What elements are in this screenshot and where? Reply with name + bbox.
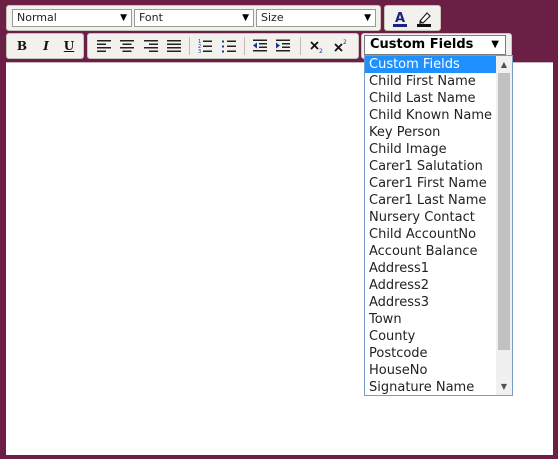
italic-button[interactable]: I bbox=[36, 36, 56, 56]
justify-button[interactable] bbox=[164, 36, 184, 56]
scrollbar-thumb[interactable] bbox=[498, 73, 510, 350]
toolbar-separator bbox=[300, 37, 301, 55]
text-color-icon: A bbox=[393, 11, 407, 27]
dropdown-option[interactable]: Carer1 First Name bbox=[365, 175, 496, 192]
dropdown-option[interactable]: Child First Name bbox=[365, 73, 496, 90]
subscript-button[interactable]: 2 bbox=[307, 36, 327, 56]
size-select[interactable]: Size ▼ bbox=[256, 9, 376, 27]
toolbar-separator bbox=[244, 37, 245, 55]
svg-text:3: 3 bbox=[198, 49, 201, 54]
indent-icon bbox=[276, 39, 290, 52]
dropdown-option[interactable]: Key Person bbox=[365, 124, 496, 141]
outdent-icon bbox=[253, 39, 267, 52]
size-value: Size bbox=[261, 11, 284, 24]
underline-button[interactable]: U bbox=[59, 36, 79, 56]
custom-fields-value: Custom Fields bbox=[370, 37, 474, 52]
custom-fields-dropdown[interactable]: Custom Fields Child First Name Child Last … bbox=[364, 55, 513, 396]
custom-fields-select[interactable]: Custom Fields ▼ bbox=[364, 35, 506, 55]
dropdown-option[interactable]: Address1 bbox=[365, 260, 496, 277]
dropdown-option[interactable]: Child Known Name bbox=[365, 107, 496, 124]
dropdown-option[interactable]: Child Last Name bbox=[365, 90, 496, 107]
text-color-button[interactable]: A bbox=[390, 8, 410, 28]
decrease-indent-button[interactable] bbox=[250, 36, 270, 56]
scroll-down-arrow-icon[interactable]: ▼ bbox=[496, 378, 512, 395]
numbered-list-button[interactable]: 1 2 3 bbox=[195, 36, 215, 56]
dropdown-option[interactable]: Carer1 Last Name bbox=[365, 192, 496, 209]
chevron-down-icon: ▼ bbox=[120, 13, 127, 23]
superscript-button[interactable]: 2 bbox=[331, 36, 351, 56]
italic-icon: I bbox=[43, 39, 49, 53]
bold-button[interactable]: B bbox=[12, 36, 32, 56]
superscript-icon: 2 bbox=[334, 39, 347, 52]
paragraph-format-value: Normal bbox=[17, 11, 57, 24]
dropdown-option[interactable]: Child Image bbox=[365, 141, 496, 158]
bulleted-list-icon bbox=[222, 40, 236, 53]
align-center-button[interactable] bbox=[117, 36, 137, 56]
dropdown-option[interactable]: Address3 bbox=[365, 294, 496, 311]
align-right-button[interactable] bbox=[141, 36, 161, 56]
svg-text:2: 2 bbox=[319, 48, 323, 54]
align-left-button[interactable] bbox=[94, 36, 114, 56]
highlight-color-button[interactable] bbox=[414, 8, 434, 28]
dropdown-option[interactable]: Address2 bbox=[365, 277, 496, 294]
dropdown-option[interactable]: Custom Fields bbox=[365, 56, 496, 73]
dropdown-option[interactable]: Child AccountNo bbox=[365, 226, 496, 243]
toolbar-separator bbox=[189, 37, 190, 55]
dropdown-option[interactable]: HouseNo bbox=[365, 362, 496, 379]
dropdown-scrollbar[interactable]: ▲ ▼ bbox=[496, 56, 512, 395]
font-value: Font bbox=[139, 11, 163, 24]
svg-text:2: 2 bbox=[343, 39, 347, 46]
highlighter-icon bbox=[417, 12, 431, 27]
dropdown-option[interactable]: Nursery Contact bbox=[365, 209, 496, 226]
font-select[interactable]: Font ▼ bbox=[134, 9, 254, 27]
align-right-icon bbox=[144, 40, 158, 52]
dropdown-option[interactable]: Postcode bbox=[365, 345, 496, 362]
bold-icon: B bbox=[16, 39, 28, 53]
dropdown-option[interactable]: Account Balance bbox=[365, 243, 496, 260]
increase-indent-button[interactable] bbox=[273, 36, 293, 56]
dropdown-option[interactable]: County bbox=[365, 328, 496, 345]
justify-icon bbox=[167, 40, 181, 52]
paragraph-format-select[interactable]: Normal ▼ bbox=[12, 9, 132, 27]
editor-frame-right bbox=[553, 62, 558, 459]
dropdown-option[interactable]: Signature Name bbox=[365, 379, 496, 395]
underline-icon: U bbox=[63, 39, 75, 53]
numbered-list-icon: 1 2 3 bbox=[198, 39, 212, 54]
scroll-up-arrow-icon[interactable]: ▲ bbox=[496, 56, 512, 73]
align-center-icon bbox=[120, 40, 134, 52]
bulleted-list-button[interactable] bbox=[219, 36, 239, 56]
dropdown-option[interactable]: Carer1 Salutation bbox=[365, 158, 496, 175]
subscript-icon: 2 bbox=[310, 41, 323, 54]
dropdown-option[interactable]: Town bbox=[365, 311, 496, 328]
chevron-down-icon: ▼ bbox=[242, 13, 249, 23]
chevron-down-icon: ▼ bbox=[491, 39, 499, 50]
svg-text:A: A bbox=[395, 11, 405, 26]
align-left-icon bbox=[97, 40, 111, 52]
chevron-down-icon: ▼ bbox=[364, 13, 371, 23]
